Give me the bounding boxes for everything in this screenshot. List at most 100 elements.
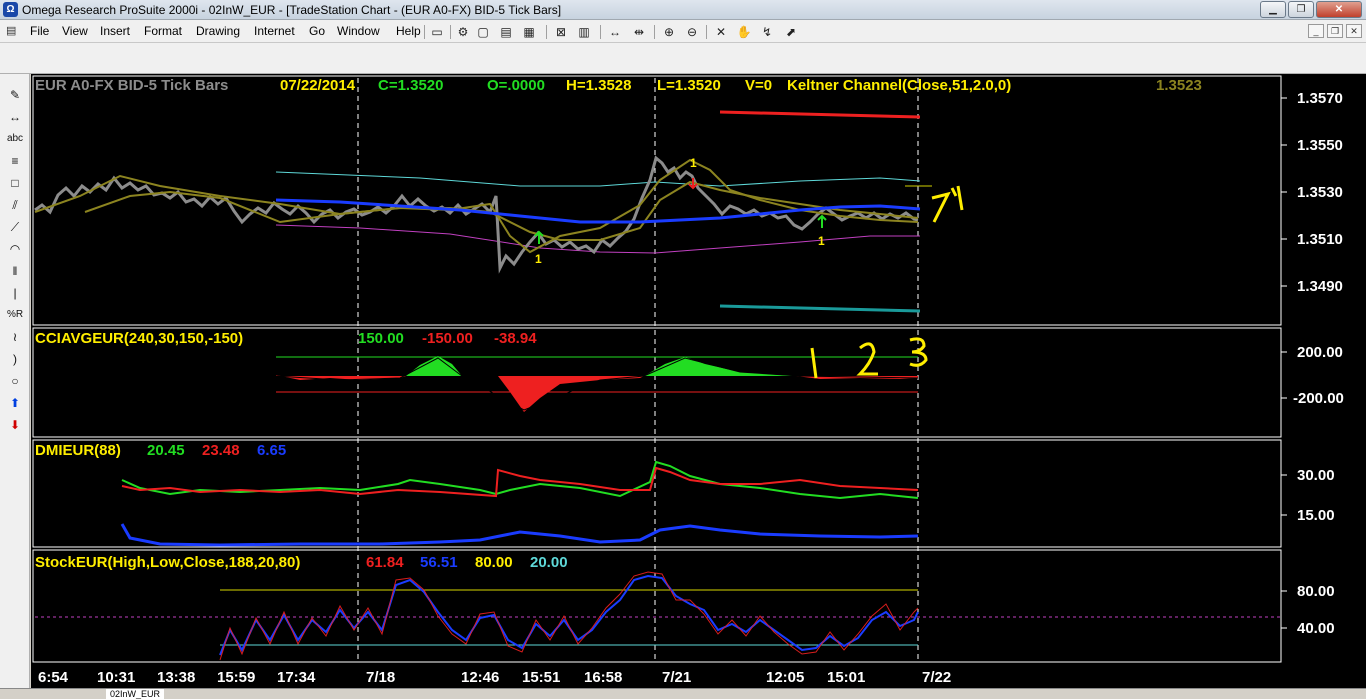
chart-window[interactable]: 1 1 1 EUR A0-FX BID-5 Tick Bars 07/22/20… — [31, 74, 1366, 688]
dmi-plus-value: 20.45 — [147, 442, 185, 459]
cci-negative-area — [462, 376, 644, 412]
y-axis-label: 1.3530 — [1297, 184, 1343, 201]
zoom-in-icon[interactable]: ↔ — [606, 24, 624, 40]
timezone-icon[interactable]: ‖ — [5, 262, 25, 280]
y-axis-label: 1.3550 — [1297, 137, 1343, 154]
grid-icon[interactable]: ▥ — [575, 24, 593, 40]
menu-insert[interactable]: Insert — [100, 24, 130, 38]
adx-value: 6.65 — [257, 442, 287, 459]
toolbar-separator — [654, 25, 655, 39]
hand-icon[interactable]: ✋ — [735, 24, 753, 40]
toolbar-separator — [600, 25, 601, 39]
query-icon[interactable]: ↯ — [758, 24, 776, 40]
text-icon[interactable]: abc — [5, 130, 25, 148]
pencil-icon[interactable]: ✎ — [5, 86, 25, 104]
x-axis-label: 15:51 — [522, 669, 561, 686]
x-axis-label: 7/22 — [922, 669, 952, 686]
zoom-out-icon[interactable]: ⇹ — [630, 24, 648, 40]
x-axis-label: 15:01 — [827, 669, 866, 686]
stoch-name: StockEUR(High,Low,Close,188,20,80) — [35, 554, 301, 571]
y-axis-label: 15.00 — [1297, 507, 1335, 524]
arrow-icon[interactable]: ↔ — [5, 108, 25, 126]
magnify-minus-icon[interactable]: ⊖ — [683, 24, 701, 40]
menu-bar: ▤ File View Insert Format Drawing Intern… — [0, 20, 1366, 43]
magnify-plus-icon[interactable]: ⊕ — [660, 24, 678, 40]
menu-drawing[interactable]: Drawing — [196, 24, 240, 38]
stoch-k-value: 61.84 — [366, 554, 404, 571]
stoch-d-line — [219, 574, 919, 656]
y-axis-label: -200.00 — [1293, 390, 1344, 407]
x-axis-label: 16:58 — [584, 669, 623, 686]
mdi-minimize-icon[interactable]: _ — [1308, 24, 1324, 38]
fan-icon[interactable]: ≀ — [5, 328, 25, 346]
upper-band-line — [719, 110, 921, 119]
restore-icon[interactable]: ❐ — [1288, 1, 1314, 18]
menu-window[interactable]: Window — [337, 24, 380, 38]
x-axis-label: 17:34 — [277, 669, 316, 686]
handwritten-annotation — [931, 185, 964, 223]
cci-current-value: -38.94 — [494, 330, 537, 347]
lower-band-line — [719, 304, 921, 313]
x-axis-label: 12:05 — [766, 669, 805, 686]
new-icon[interactable]: ▭ — [428, 24, 446, 40]
menu-format[interactable]: Format — [144, 24, 182, 38]
open-icon[interactable]: ⚙ — [454, 24, 472, 40]
x-axis-label: 6:54 — [38, 669, 69, 686]
rectangle-icon[interactable]: □ — [5, 174, 25, 192]
menu-help[interactable]: Help — [396, 24, 421, 38]
toolbar-separator — [706, 25, 707, 39]
y-axis-label: 200.00 — [1297, 344, 1343, 361]
close-icon[interactable]: ✕ — [1316, 1, 1362, 18]
ellipse-icon[interactable]: ○ — [5, 372, 25, 390]
toolbar-separator — [546, 25, 547, 39]
low-value: L=1.3520 — [657, 77, 721, 94]
save-icon[interactable]: ▢ — [474, 24, 492, 40]
cci-name: CCIAVGEUR(240,30,150,-150) — [35, 330, 244, 347]
toolbar-separator — [424, 25, 425, 39]
percent-icon[interactable]: %R — [5, 306, 25, 324]
print-icon[interactable]: ▤ — [497, 24, 515, 40]
lines-icon[interactable]: ≡ — [5, 152, 25, 170]
menu-internet[interactable]: Internet — [254, 24, 295, 38]
dmi-name: DMIEUR(88) — [35, 442, 121, 459]
mdi-close-icon[interactable]: ✕ — [1346, 24, 1362, 38]
tools-icon[interactable]: ✕ — [712, 24, 730, 40]
fibonacci-icon[interactable]: ⫽ — [5, 196, 25, 214]
menu-file[interactable]: File — [30, 24, 49, 38]
status-bar: 02InW_EUR — [0, 688, 1366, 699]
stoch-k-line — [219, 571, 919, 661]
menu-view[interactable]: View — [62, 24, 88, 38]
chart-svg[interactable]: 1 1 1 — [31, 74, 1366, 688]
x-axis-label: 7/21 — [662, 669, 692, 686]
toolbar-separator — [450, 25, 451, 39]
mdi-restore-icon[interactable]: ❐ — [1327, 24, 1343, 38]
volume-value: V=0 — [745, 77, 773, 94]
close-value: C=1.3520 — [378, 77, 444, 94]
stoch-upper-value: 80.00 — [475, 554, 513, 571]
vertical-line-icon[interactable]: | — [5, 284, 25, 302]
keltner-upper-line — [275, 171, 921, 187]
symbol-label: EUR A0-FX BID-5 Tick Bars — [35, 77, 229, 94]
date-label: 07/22/2014 — [280, 77, 356, 94]
handwritten-1 — [810, 347, 818, 379]
up-arrow-icon[interactable]: ⬆ — [5, 394, 25, 412]
document-icon[interactable]: ▤ — [6, 24, 22, 39]
arc-icon[interactable]: ◠ — [5, 240, 25, 258]
omega-icon[interactable]: Ω — [3, 2, 18, 17]
chart-icon[interactable]: ⊠ — [552, 24, 570, 40]
minimize-icon[interactable]: ▁ — [1260, 1, 1286, 18]
speed-lines-icon[interactable]: ⟋ — [5, 218, 25, 236]
cci-upper-value: 150.00 — [358, 330, 404, 347]
drawing-toolbar: ✎ ↔ abc ≡ □ ⫽ ⟋ ◠ ‖ | %R ≀ ) ○ ⬆ ⬇ — [0, 74, 30, 688]
x-axis-label: 15:59 — [217, 669, 256, 686]
cci-lower-value: -150.00 — [422, 330, 473, 347]
buy-arrow-icon — [817, 214, 827, 228]
toolbar-strip — [0, 43, 1366, 74]
curve-icon[interactable]: ) — [5, 350, 25, 368]
study-name: Keltner Channel(Close,51,2.0,0) — [787, 77, 1012, 94]
window-title: Omega Research ProSuite 2000i - 02InW_EU… — [22, 3, 562, 17]
menu-go[interactable]: Go — [309, 24, 325, 38]
pointer-icon[interactable]: ⬈ — [782, 24, 800, 40]
down-arrow-icon[interactable]: ⬇ — [5, 416, 25, 434]
table-icon[interactable]: ▦ — [520, 24, 538, 40]
